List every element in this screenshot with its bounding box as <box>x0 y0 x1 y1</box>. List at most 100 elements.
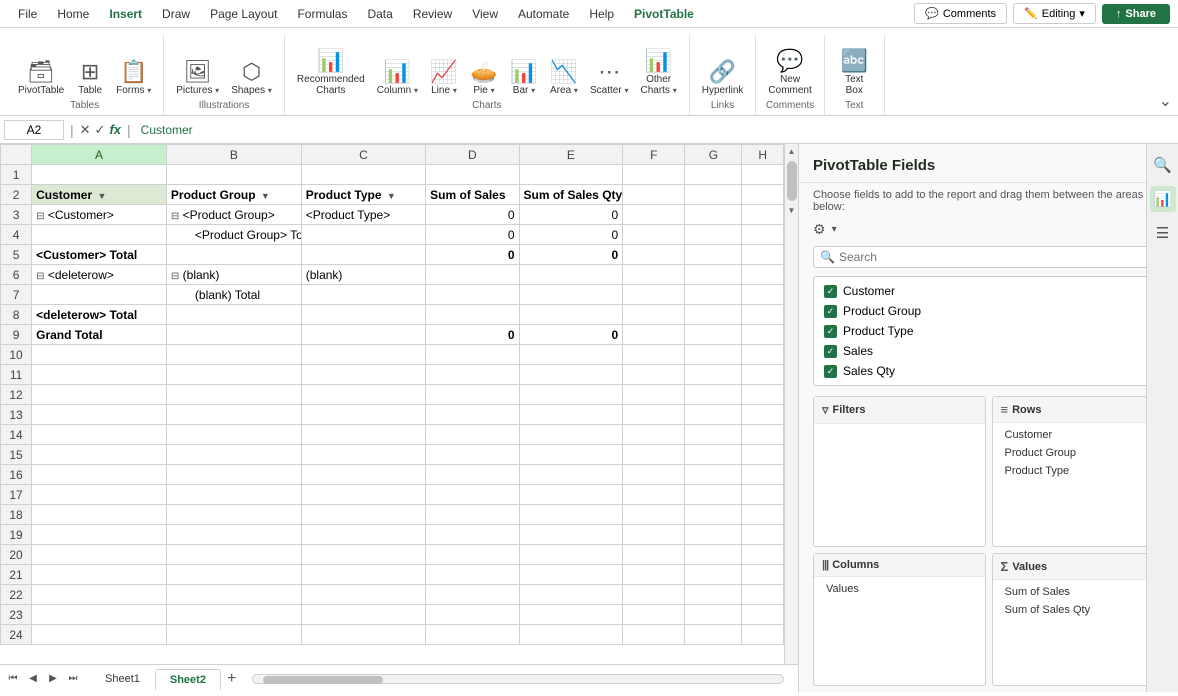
menu-view[interactable]: View <box>462 3 508 25</box>
cell-c6[interactable]: (blank) <box>301 265 425 285</box>
cell-e2[interactable]: Sum of Sales Qty <box>519 185 623 205</box>
pictures-button[interactable]: 🖼 Pictures ▾ <box>172 59 223 98</box>
cell-d8[interactable] <box>426 305 519 325</box>
pivottable-button[interactable]: 🗃 PivotTable <box>14 59 68 98</box>
cell-b2[interactable]: Product Group ▼ <box>166 185 301 205</box>
editing-button[interactable]: ✏️ Editing ▾ <box>1013 3 1096 24</box>
cell-a4[interactable] <box>32 225 167 245</box>
cell-h6[interactable] <box>742 265 784 285</box>
col-header-g[interactable]: G <box>685 145 742 165</box>
comments-button[interactable]: 💬 Comments <box>914 3 1007 24</box>
cell-e4[interactable]: 0 <box>519 225 623 245</box>
cell-g1[interactable] <box>685 165 742 185</box>
cell-a5[interactable]: <Customer> Total <box>32 245 167 265</box>
cell-b5[interactable] <box>166 245 301 265</box>
new-comment-button[interactable]: 💬 NewComment <box>764 48 815 98</box>
menu-draw[interactable]: Draw <box>152 3 200 25</box>
columns-item-values[interactable]: Values <box>822 581 977 597</box>
add-sheet-button[interactable]: + <box>221 670 242 688</box>
cell-h1[interactable] <box>742 165 784 185</box>
pivot-field-sales[interactable]: ✓ Sales <box>814 341 1163 361</box>
cell-f8[interactable] <box>623 305 685 325</box>
pivot-field-product-type[interactable]: ✓ Product Type <box>814 321 1163 341</box>
cell-h9[interactable] <box>742 325 784 345</box>
sheet-tab-sheet2[interactable]: Sheet2 <box>155 669 221 690</box>
menu-review[interactable]: Review <box>403 3 462 25</box>
col-header-h[interactable]: H <box>742 145 784 165</box>
cell-c9[interactable] <box>301 325 425 345</box>
values-item-sum-sales-qty[interactable]: Sum of Sales Qty <box>1001 602 1156 618</box>
forms-button[interactable]: 📋 Forms ▾ <box>112 59 155 98</box>
list-sidebar-icon[interactable]: ☰ <box>1150 220 1176 246</box>
col-header-b[interactable]: B <box>166 145 301 165</box>
scatter-chart-button[interactable]: ⋯ Scatter ▾ <box>586 59 632 98</box>
cell-d5[interactable]: 0 <box>426 245 519 265</box>
cell-f9[interactable] <box>623 325 685 345</box>
vertical-scrollbar[interactable]: ▲ ▼ <box>784 144 798 664</box>
col-header-e[interactable]: E <box>519 145 623 165</box>
cell-g9[interactable] <box>685 325 742 345</box>
pivot-field-sales-qty[interactable]: ✓ Sales Qty <box>814 361 1163 381</box>
scroll-down-button[interactable]: ▼ <box>787 205 797 216</box>
cell-h5[interactable] <box>742 245 784 265</box>
cell-g8[interactable] <box>685 305 742 325</box>
cell-f3[interactable] <box>623 205 685 225</box>
formula-cancel-icon[interactable]: ✕ <box>80 122 91 138</box>
cell-e8[interactable] <box>519 305 623 325</box>
col-header-c[interactable]: C <box>301 145 425 165</box>
pivot-search-input[interactable] <box>839 250 1157 264</box>
menu-file[interactable]: File <box>8 3 47 25</box>
cell-c5[interactable] <box>301 245 425 265</box>
cell-h4[interactable] <box>742 225 784 245</box>
cell-a1[interactable] <box>32 165 167 185</box>
scroll-up-button[interactable]: ▲ <box>787 146 797 157</box>
cell-g4[interactable] <box>685 225 742 245</box>
hyperlink-button[interactable]: 🔗 Hyperlink <box>698 59 748 98</box>
pivot-field-product-group[interactable]: ✓ Product Group <box>814 301 1163 321</box>
cell-d3[interactable]: 0 <box>426 205 519 225</box>
sheet-nav-prev[interactable]: ◀ <box>24 670 42 688</box>
scroll-thumb-vertical[interactable] <box>787 161 797 201</box>
cell-d2[interactable]: Sum of Sales <box>426 185 519 205</box>
rows-item-product-group[interactable]: Product Group <box>1001 445 1156 461</box>
horizontal-scroll-thumb[interactable] <box>263 676 383 684</box>
cell-c8[interactable] <box>301 305 425 325</box>
pivot-search-box[interactable]: 🔍 <box>813 246 1164 268</box>
share-button[interactable]: ↑ Share <box>1102 4 1170 24</box>
sheet-tab-sheet1[interactable]: Sheet1 <box>90 668 155 689</box>
menu-data[interactable]: Data <box>357 3 402 25</box>
sheet-nav-first[interactable]: ⏮ <box>4 670 22 688</box>
formula-confirm-icon[interactable]: ✓ <box>95 122 106 138</box>
cell-f5[interactable] <box>623 245 685 265</box>
sales-qty-checkbox[interactable]: ✓ <box>824 365 837 378</box>
cell-c1[interactable] <box>301 165 425 185</box>
cell-a3[interactable]: ⊟ <Customer> <box>32 205 167 225</box>
menu-automate[interactable]: Automate <box>508 3 579 25</box>
col-header-d[interactable]: D <box>426 145 519 165</box>
menu-help[interactable]: Help <box>579 3 624 25</box>
cell-a9[interactable]: Grand Total <box>32 325 167 345</box>
cell-f7[interactable] <box>623 285 685 305</box>
sheet-nav-last[interactable]: ⏭ <box>64 670 82 688</box>
rows-item-product-type[interactable]: Product Type <box>1001 463 1156 479</box>
cell-h7[interactable] <box>742 285 784 305</box>
cell-b1[interactable] <box>166 165 301 185</box>
cell-a2[interactable]: Customer ▼ <box>32 185 167 205</box>
menu-insert[interactable]: Insert <box>99 3 152 25</box>
recommended-charts-button[interactable]: 📊 RecommendedCharts <box>293 48 369 98</box>
cell-e9[interactable]: 0 <box>519 325 623 345</box>
cell-b3[interactable]: ⊟ <Product Group> <box>166 205 301 225</box>
cell-c3[interactable]: <Product Type> <box>301 205 425 225</box>
cell-f1[interactable] <box>623 165 685 185</box>
values-item-sum-sales[interactable]: Sum of Sales <box>1001 584 1156 600</box>
product-type-checkbox[interactable]: ✓ <box>824 325 837 338</box>
cell-d4[interactable]: 0 <box>426 225 519 245</box>
pivot-field-customer[interactable]: ✓ Customer <box>814 281 1163 301</box>
menu-pagelayout[interactable]: Page Layout <box>200 3 287 25</box>
cell-c4[interactable] <box>301 225 425 245</box>
cell-c2[interactable]: Product Type ▼ <box>301 185 425 205</box>
rows-item-customer[interactable]: Customer <box>1001 427 1156 443</box>
cell-b4[interactable]: <Product Group> Total <box>166 225 301 245</box>
cell-c7[interactable] <box>301 285 425 305</box>
cell-d6[interactable] <box>426 265 519 285</box>
